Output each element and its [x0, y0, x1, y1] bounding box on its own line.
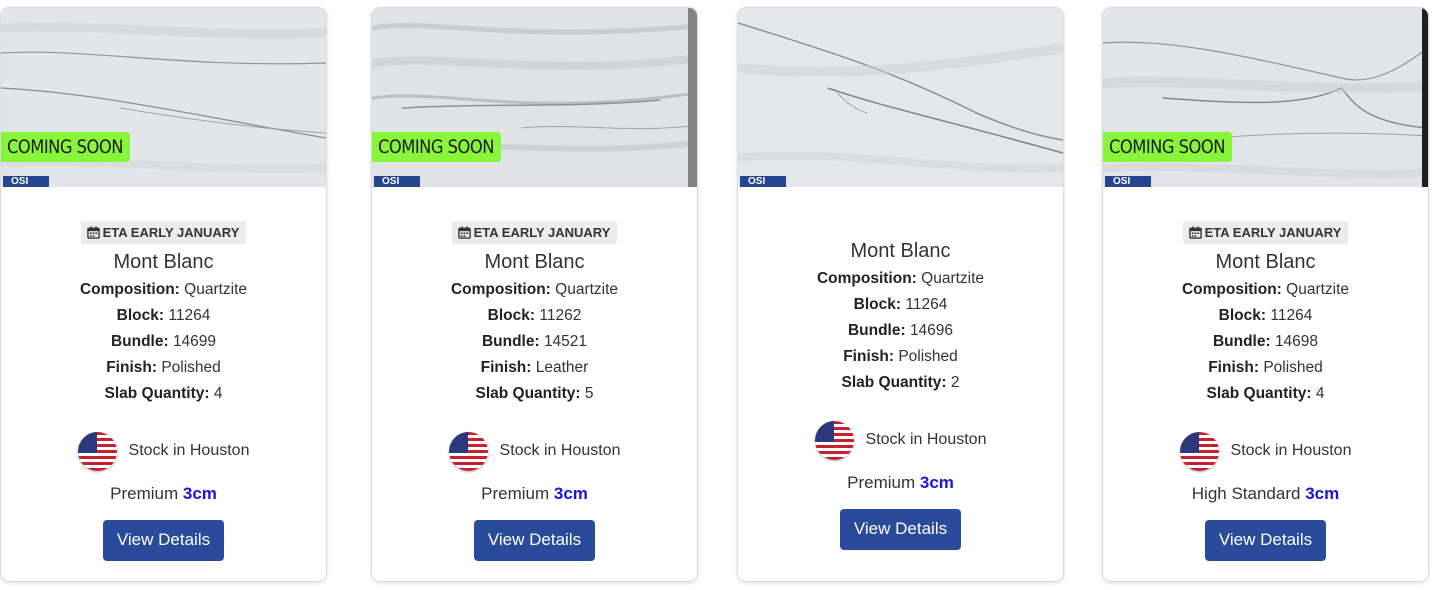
- eta-text: ETA EARLY JANUARY: [1204, 225, 1342, 240]
- composition-row: Composition: Quartzite: [816, 270, 985, 287]
- slab-image[interactable]: OSI: [738, 8, 1063, 187]
- osi-logo: OSI: [1105, 176, 1151, 187]
- slab-quantity-row: Slab Quantity: 4: [1206, 385, 1325, 402]
- us-flag-icon: [814, 420, 854, 460]
- thickness: 3cm: [182, 484, 217, 503]
- slab-quantity-row: Slab Quantity: 2: [841, 374, 960, 391]
- view-details-button[interactable]: View Details: [102, 520, 225, 561]
- stock-location: Stock in Houston: [1103, 431, 1428, 471]
- stock-location: Stock in Houston: [1, 431, 326, 471]
- product-title: Mont Blanc: [1215, 251, 1316, 273]
- stock-text: Stock in Houston: [865, 431, 987, 448]
- composition-row: Composition: Quartzite: [1181, 281, 1350, 298]
- composition-row: Composition: Quartzite: [450, 281, 619, 298]
- composition-row: Composition: Quartzite: [79, 281, 248, 298]
- stock-text: Stock in Houston: [1230, 442, 1352, 459]
- eta-badge: ETA EARLY JANUARY: [1182, 221, 1349, 244]
- us-flag-icon: [448, 431, 488, 471]
- osi-logo: OSI: [374, 176, 420, 187]
- slab-quantity-row: Slab Quantity: 4: [104, 385, 223, 402]
- finish-row: Finish: Polished: [1208, 359, 1323, 376]
- view-details-button[interactable]: View Details: [1204, 520, 1327, 561]
- slab-image[interactable]: COMING SOON OSI: [1103, 8, 1428, 187]
- bundle-row: Bundle: 14698: [1212, 333, 1319, 350]
- eta-text: ETA EARLY JANUARY: [102, 225, 240, 240]
- product-card[interactable]: OSI Mont Blanc Composition: Quartzite Bl…: [737, 7, 1064, 582]
- stock-location: Stock in Houston: [372, 431, 697, 471]
- grade-line: Premium 3cm: [481, 484, 588, 503]
- view-details-button[interactable]: View Details: [473, 520, 596, 561]
- product-card[interactable]: COMING SOON OSI ETA EARLY JANUARY Mont B…: [371, 7, 698, 582]
- calendar-icon: [86, 226, 100, 239]
- bundle-row: Bundle: 14696: [847, 322, 954, 339]
- coming-soon-badge: COMING SOON: [1103, 132, 1232, 162]
- eta-badge: ETA EARLY JANUARY: [80, 221, 247, 244]
- osi-logo: OSI: [740, 176, 786, 187]
- product-title: Mont Blanc: [850, 240, 951, 262]
- slab-image[interactable]: COMING SOON OSI: [372, 8, 697, 187]
- finish-row: Finish: Polished: [106, 359, 221, 376]
- slab-quantity-row: Slab Quantity: 5: [475, 385, 594, 402]
- thickness: 3cm: [1305, 484, 1340, 503]
- us-flag-icon: [1179, 431, 1219, 471]
- bundle-row: Bundle: 14699: [110, 333, 217, 350]
- product-card[interactable]: COMING SOON OSI ETA EARLY JANUARY Mont B…: [0, 7, 327, 582]
- thickness: 3cm: [919, 473, 954, 492]
- block-row: Block: 11262: [487, 307, 582, 324]
- block-row: Block: 11264: [116, 307, 211, 324]
- slab-image[interactable]: COMING SOON OSI: [1, 8, 326, 187]
- stock-text: Stock in Houston: [128, 442, 250, 459]
- coming-soon-badge: COMING SOON: [372, 132, 501, 162]
- grade-line: Premium 3cm: [847, 473, 954, 492]
- us-flag-icon: [77, 431, 117, 471]
- finish-row: Finish: Polished: [843, 348, 958, 365]
- thickness: 3cm: [553, 484, 588, 503]
- osi-logo: OSI: [3, 176, 49, 187]
- grade-line: High Standard 3cm: [1191, 484, 1340, 503]
- block-row: Block: 11264: [1218, 307, 1313, 324]
- product-title: Mont Blanc: [484, 251, 585, 273]
- eta-badge: ETA EARLY JANUARY: [451, 221, 618, 244]
- stock-location: Stock in Houston: [738, 420, 1063, 460]
- view-details-button[interactable]: View Details: [839, 509, 962, 550]
- product-card[interactable]: COMING SOON OSI ETA EARLY JANUARY Mont B…: [1102, 7, 1429, 582]
- product-title: Mont Blanc: [113, 251, 214, 273]
- calendar-icon: [1188, 226, 1202, 239]
- grade-line: Premium 3cm: [110, 484, 217, 503]
- eta-text: ETA EARLY JANUARY: [473, 225, 611, 240]
- block-row: Block: 11264: [853, 296, 948, 313]
- finish-row: Finish: Leather: [480, 359, 589, 376]
- stock-text: Stock in Houston: [499, 442, 621, 459]
- calendar-icon: [457, 226, 471, 239]
- bundle-row: Bundle: 14521: [481, 333, 588, 350]
- coming-soon-badge: COMING SOON: [1, 132, 130, 162]
